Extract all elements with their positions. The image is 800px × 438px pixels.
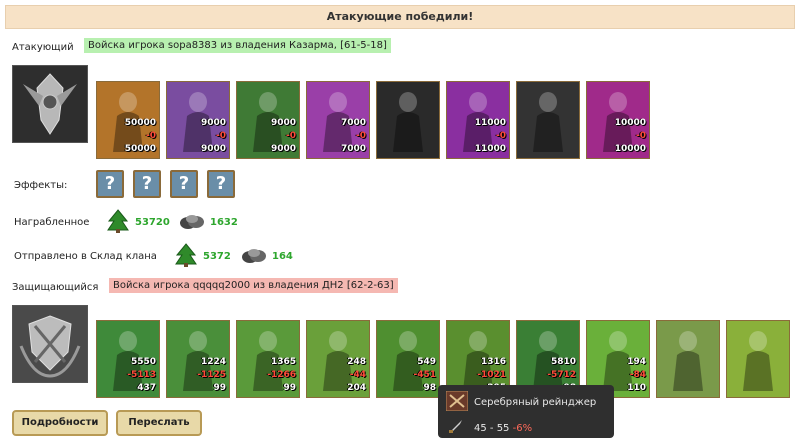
defender-unit-after: 99 [213,383,226,393]
effects-label: Эффекты: [14,180,68,191]
attacker-unit-card[interactable]: 7000 -0 7000 [306,81,370,159]
defender-emblem [12,305,88,383]
unit-portrait-icon [377,82,439,158]
attacker-unit-card[interactable] [376,81,440,159]
defender-unit-card[interactable]: 5550 -5113 437 [96,320,160,398]
defender-unit-losses: -1021 [477,370,506,380]
attacker-unit-before: 9000 [200,118,226,128]
attacker-army-tag[interactable]: Войска игрока sopa8383 из владения Казар… [84,38,391,53]
attacker-unit-losses: -0 [146,131,156,141]
defender-unit-card[interactable] [726,320,790,398]
unit-tooltip: Серебряный рейнджер 45 - 55 -6% [438,385,614,438]
defender-unit-before: 1224 [200,357,226,367]
defender-unit-after: 99 [283,383,296,393]
attacker-unit-after: 50000 [124,144,156,154]
attacker-unit-losses: -0 [286,131,296,141]
attacker-unit-before: 9000 [270,118,296,128]
defender-unit-after: 98 [423,383,436,393]
attacker-unit-after: 9000 [270,144,296,154]
defender-unit-losses: -84 [629,370,646,380]
defender-unit-card[interactable] [656,320,720,398]
ore-icon [242,249,266,263]
wood-icon [107,209,129,233]
attacker-unit-card[interactable]: 9000 -0 9000 [166,81,230,159]
ore-icon [180,215,204,229]
defender-unit-before: 5550 [130,357,156,367]
defender-unit-before: 1365 [270,357,296,367]
defender-unit-before: 194 [627,357,646,367]
tooltip-damage: 45 - 55 -6% [474,423,532,434]
attacker-unit-card[interactable]: 9000 -0 9000 [236,81,300,159]
attacker-unit-card[interactable] [516,81,580,159]
clan-ore-amount: 164 [272,251,293,262]
attacker-unit-after: 11000 [474,144,506,154]
loot-ore-amount: 1632 [210,217,238,228]
effect-slot-3[interactable]: ? [170,170,198,198]
defender-unit-card[interactable]: 1224 -1125 99 [166,320,230,398]
effect-slot-4[interactable]: ? [207,170,235,198]
defender-unit-after: 110 [627,383,646,393]
attacker-unit-card[interactable]: 50000 -0 50000 [96,81,160,159]
tooltip-damage-range: 45 - 55 [474,423,510,434]
attack-icon [446,391,468,411]
attacker-crest-icon [13,66,87,142]
attacker-unit-losses: -0 [356,131,366,141]
defender-army-tag[interactable]: Войска игрока qqqqq2000 из владения ДН2 … [109,278,398,293]
loot-label: Награбленное [14,217,90,228]
defender-unit-losses: -451 [413,370,436,380]
defender-label: Защищающийся [12,282,99,293]
defender-unit-card[interactable]: 248 -44 204 [306,320,370,398]
defender-unit-losses: -1266 [267,370,296,380]
defender-unit-after: 437 [137,383,156,393]
attacker-unit-after: 10000 [614,144,646,154]
defender-unit-before: 5810 [550,357,576,367]
defender-unit-losses: -44 [349,370,366,380]
effect-slot-2[interactable]: ? [133,170,161,198]
defender-unit-card[interactable]: 549 -451 98 [376,320,440,398]
defender-unit-before: 248 [347,357,366,367]
clan-storage-label: Отправлено в Склад клана [14,251,157,262]
unit-portrait-icon [657,321,719,397]
defender-unit-losses: -5113 [127,370,156,380]
details-button[interactable]: Подробности [12,410,108,436]
tooltip-damage-bonus: -6% [512,423,533,434]
defender-unit-losses: -1125 [197,370,226,380]
loot-wood-amount: 53720 [135,217,170,228]
unit-portrait-icon [727,321,789,397]
attacker-unit-card[interactable]: 11000 -0 11000 [446,81,510,159]
tooltip-unit-name: Серебряный рейнджер [474,397,597,408]
attacker-unit-card[interactable]: 10000 -0 10000 [586,81,650,159]
defender-unit-after: 204 [347,383,366,393]
defender-unit-card[interactable]: 1365 -1266 99 [236,320,300,398]
attacker-unit-before: 10000 [614,118,646,128]
attacker-label: Атакующий [12,42,74,53]
attacker-unit-before: 7000 [340,118,366,128]
attacker-unit-before: 11000 [474,118,506,128]
attacker-unit-losses: -0 [216,131,226,141]
attacker-unit-before: 50000 [124,118,156,128]
wood-icon [175,243,197,267]
defender-unit-before: 549 [417,357,436,367]
battle-result-banner: Атакующие победили! [5,5,795,29]
sword-icon [449,420,462,433]
effect-slot-1[interactable]: ? [96,170,124,198]
unit-portrait-icon [517,82,579,158]
attacker-emblem [12,65,88,143]
defender-crest-icon [13,306,87,382]
defender-unit-losses: -5712 [547,370,576,380]
attacker-unit-after: 9000 [200,144,226,154]
attacker-unit-losses: -0 [636,131,646,141]
attacker-unit-after: 7000 [340,144,366,154]
clan-wood-amount: 5372 [203,251,231,262]
forward-button[interactable]: Переслать [116,410,202,436]
attacker-unit-losses: -0 [496,131,506,141]
defender-unit-before: 1316 [480,357,506,367]
